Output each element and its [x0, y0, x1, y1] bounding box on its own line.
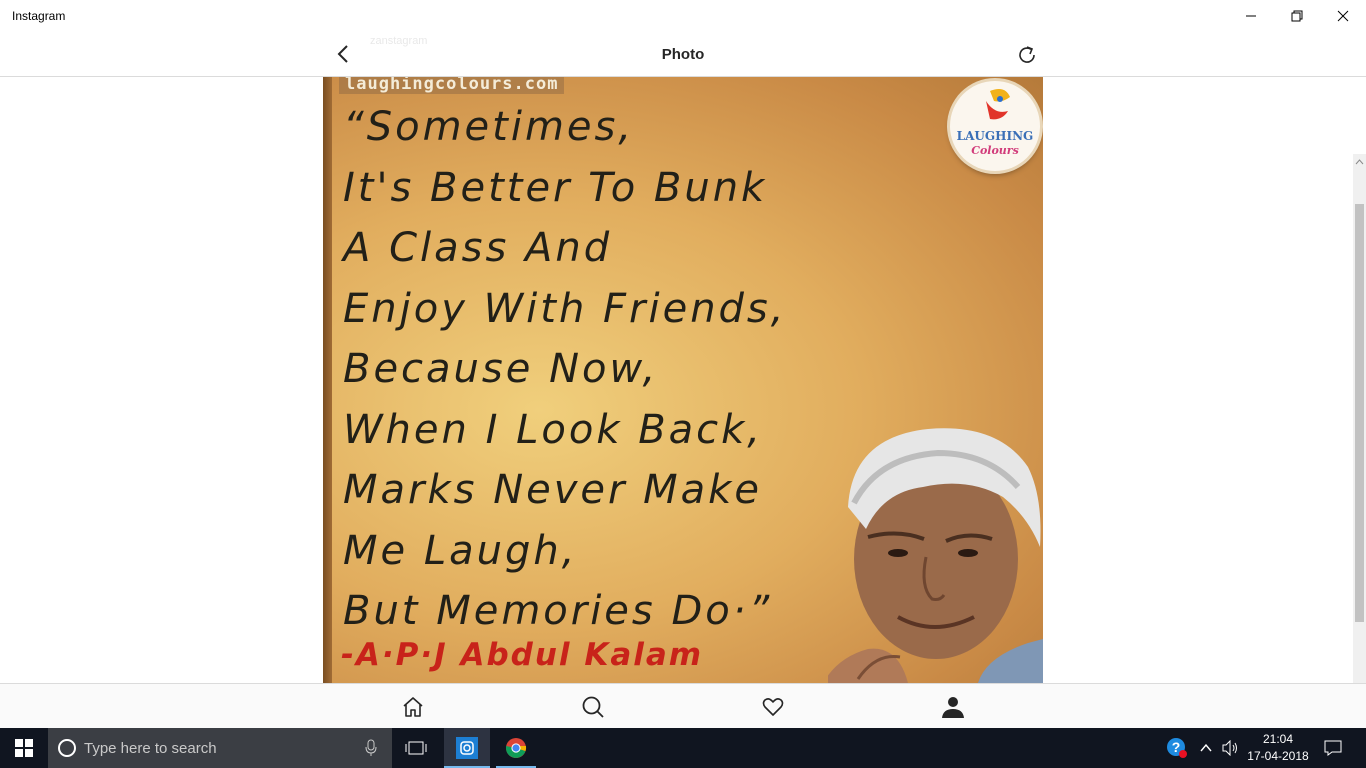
portrait-image: [828, 428, 1043, 683]
svg-text:?: ?: [1172, 739, 1181, 755]
show-hidden-icons-button[interactable]: [1196, 728, 1216, 768]
logo-text: LAUGHING Colours: [950, 129, 1040, 157]
window-titlebar: Instagram: [0, 0, 1366, 32]
windows-taskbar: Type here to search ? 21:04 17-04-2018: [0, 728, 1366, 768]
help-tray-button[interactable]: ?: [1164, 728, 1190, 768]
help-icon: ?: [1167, 738, 1187, 758]
quote-line: But Memories Do·”: [343, 588, 773, 634]
taskbar-clock[interactable]: 21:04 17-04-2018: [1244, 731, 1312, 765]
nav-profile-button[interactable]: [933, 690, 973, 724]
chevron-up-icon: [1355, 159, 1364, 165]
action-center-button[interactable]: [1318, 728, 1348, 768]
nav-activity-button[interactable]: [753, 690, 793, 724]
refresh-button[interactable]: [1014, 42, 1040, 68]
quote-line: A Class And: [343, 225, 613, 271]
logo-mark-icon: [986, 89, 1010, 120]
quote-line: Because Now,: [343, 346, 659, 392]
instagram-app-icon: [456, 737, 478, 759]
start-button[interactable]: [0, 728, 48, 768]
post-photo[interactable]: laughingcolours.com “Sometimes, It's Bet…: [323, 77, 1043, 683]
search-icon: [582, 696, 604, 718]
restore-icon: [1291, 10, 1303, 22]
scroll-up-button[interactable]: [1353, 156, 1366, 168]
close-button[interactable]: [1320, 0, 1366, 32]
app-header: zanstagram Photo: [0, 32, 1366, 77]
task-view-icon: [405, 741, 427, 755]
quote-line: It's Better To Bunk: [343, 164, 768, 211]
bottom-navigation: [0, 683, 1366, 728]
restore-button[interactable]: [1274, 0, 1320, 32]
nav-search-button[interactable]: [573, 690, 613, 724]
logo-text-top: LAUGHING: [956, 129, 1034, 143]
watermark-text: laughingcolours.com: [339, 77, 565, 94]
nav-home-button[interactable]: [393, 690, 433, 724]
quote-line: Enjoy With Friends,: [343, 285, 787, 332]
logo-text-bottom: Colours: [971, 144, 1019, 157]
cortana-icon: [58, 739, 76, 757]
microphone-icon[interactable]: [365, 739, 377, 757]
scrollbar-thumb[interactable]: [1355, 204, 1364, 622]
taskbar-chrome-app[interactable]: [494, 728, 538, 768]
profile-icon: [942, 697, 964, 718]
quote-author: -A·P·J Abdul Kalam: [341, 637, 704, 673]
heart-icon: [762, 698, 784, 716]
refresh-icon: [1019, 46, 1035, 63]
quote-line: Marks Never Make: [343, 467, 762, 513]
notification-icon: [1324, 740, 1342, 756]
chevron-up-icon: [1200, 744, 1212, 752]
chrome-icon: [506, 738, 527, 758]
taskbar-instagram-app[interactable]: [444, 728, 490, 768]
photo-border: [323, 77, 332, 683]
clock-time: 21:04: [1262, 732, 1294, 746]
window-title: Instagram: [12, 9, 66, 23]
laughing-colours-logo: LAUGHING Colours: [950, 81, 1040, 171]
close-icon: [1337, 10, 1349, 22]
speaker-icon: [1222, 740, 1237, 756]
minimize-button[interactable]: [1228, 0, 1274, 32]
vertical-scrollbar[interactable]: [1353, 154, 1366, 683]
page-title: Photo: [661, 46, 705, 63]
quote-line: When I Look Back,: [343, 406, 764, 453]
search-placeholder: Type here to search: [84, 740, 217, 757]
clock-date: 17-04-2018: [1247, 749, 1309, 763]
taskbar-search-box[interactable]: Type here to search: [48, 728, 392, 768]
task-view-button[interactable]: [394, 728, 438, 768]
quote-text: “Sometimes, It's Better To Bunk A Class …: [343, 97, 903, 642]
volume-button[interactable]: [1220, 728, 1242, 768]
quote-line: “Sometimes,: [343, 104, 635, 150]
minimize-icon: [1246, 15, 1256, 17]
content-area: laughingcolours.com “Sometimes, It's Bet…: [0, 77, 1366, 683]
quote-line: Me Laugh,: [343, 527, 578, 574]
home-icon: [403, 697, 423, 717]
windows-logo-icon: [15, 739, 33, 757]
